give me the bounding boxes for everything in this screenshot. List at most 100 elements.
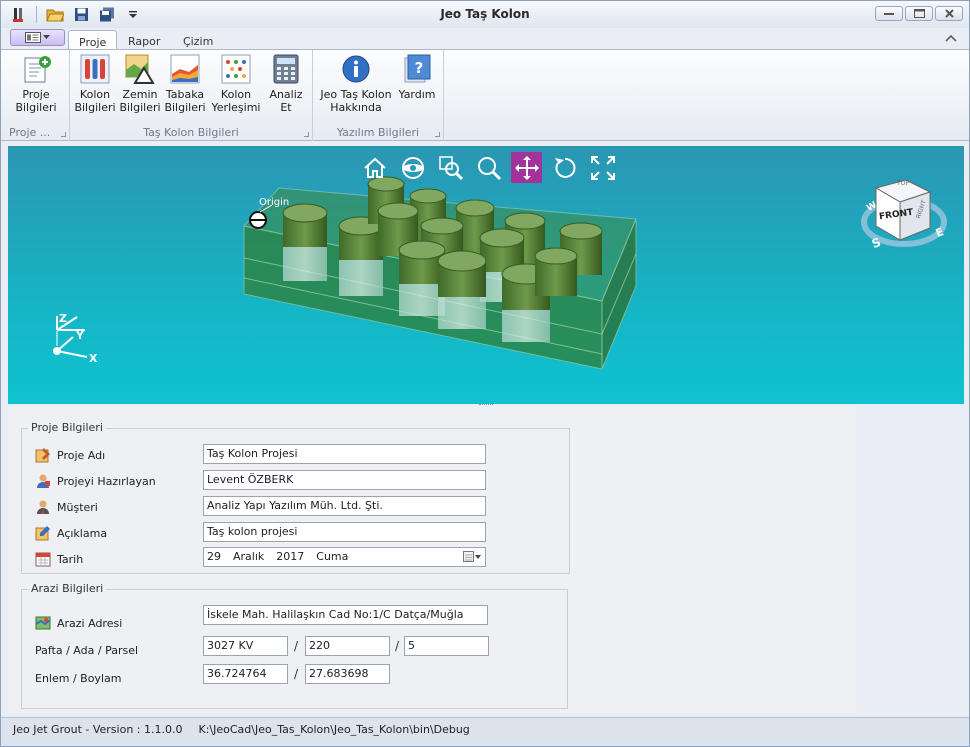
enlem-boylam-label: Enlem / Boylam bbox=[35, 671, 122, 685]
tabaka-bilgileri-label: Tabaka Bilgileri bbox=[164, 88, 206, 114]
user-icon bbox=[37, 474, 50, 488]
zemin-bilgileri-button[interactable]: Zemin Bilgileri bbox=[118, 54, 162, 114]
minimize-button[interactable] bbox=[875, 6, 903, 21]
aciklama-label-row: Açıklama bbox=[35, 525, 107, 541]
group-yazilim: Jeo Taş Kolon Hakkında ? Yardım Yazılım … bbox=[313, 50, 444, 141]
group-launcher-icon[interactable] bbox=[304, 132, 309, 137]
tarih-label-row: Tarih bbox=[35, 551, 83, 567]
viewport-nav-toolbar bbox=[359, 152, 618, 183]
info-panel: Proje Bilgileri Proje Adı Taş Kolon Proj… bbox=[8, 407, 856, 713]
pafta-label-row: Pafta / Ada / Parsel bbox=[35, 642, 138, 658]
kolon-yerlesimi-button[interactable]: Kolon Yerleşimi bbox=[211, 54, 261, 114]
pan-icon[interactable] bbox=[511, 152, 542, 183]
rotate-icon[interactable] bbox=[549, 152, 580, 183]
customer-icon bbox=[37, 500, 49, 514]
close-button[interactable] bbox=[935, 6, 963, 21]
hazirlayan-field[interactable]: Levent ÖZBERK bbox=[203, 470, 486, 490]
date-dropdown-icon[interactable] bbox=[463, 550, 481, 564]
orbit-icon[interactable] bbox=[397, 152, 428, 183]
proje-adi-label-row: Proje Adı bbox=[35, 447, 105, 463]
arazi-adresi-label-row: Arazi Adresi bbox=[35, 615, 122, 631]
hazirlayan-label: Projeyi Hazırlayan bbox=[57, 474, 156, 488]
date-month: Aralık bbox=[233, 550, 265, 563]
arazi-adresi-field[interactable]: İskele Mah. Halilaşkın Cad No:1/C Datça/… bbox=[203, 605, 488, 625]
scene-3d bbox=[53, 176, 947, 370]
group-proje: Proje Bilgileri Proje ... bbox=[1, 50, 70, 141]
hazirlayan-label-row: Projeyi Hazırlayan bbox=[35, 473, 156, 489]
group-label-proje: Proje ... bbox=[9, 126, 51, 139]
tab-rapor[interactable]: Rapor bbox=[118, 30, 170, 50]
zoom-icon[interactable] bbox=[473, 152, 504, 183]
home-icon[interactable] bbox=[359, 152, 390, 183]
proje-bilgileri-label: Proje Bilgileri bbox=[15, 88, 57, 114]
zoom-window-icon[interactable] bbox=[435, 152, 466, 183]
project-name-icon bbox=[35, 448, 50, 463]
tarih-label: Tarih bbox=[57, 552, 84, 566]
calculator-icon bbox=[273, 54, 299, 84]
info-icon bbox=[342, 55, 370, 83]
yardim-label: Yardım bbox=[398, 88, 436, 101]
proje-adi-label: Proje Adı bbox=[57, 448, 106, 462]
group-label-yazilim: Yazılım Bilgileri bbox=[336, 126, 420, 139]
ada-field[interactable]: 220 bbox=[305, 636, 390, 656]
pafta-field[interactable]: 3027 KV bbox=[203, 636, 288, 656]
date-day: 29 bbox=[207, 550, 221, 563]
project-info-group: Proje Bilgileri Proje Adı Taş Kolon Proj… bbox=[21, 421, 570, 574]
hakkinda-label: Jeo Taş Kolon Hakkında bbox=[320, 88, 392, 114]
svg-text:?: ? bbox=[415, 59, 424, 77]
tabaka-bilgileri-button[interactable]: Tabaka Bilgileri bbox=[163, 54, 207, 114]
help-icon: ? bbox=[404, 54, 431, 83]
land-info-group: Arazi Bilgileri Arazi Adresi İskele Mah.… bbox=[21, 582, 568, 709]
application-menu-button[interactable] bbox=[10, 29, 65, 46]
group-launcher-icon[interactable] bbox=[435, 132, 440, 137]
axis-z-label: Z bbox=[59, 312, 67, 325]
soil-icon bbox=[125, 54, 155, 84]
description-icon bbox=[35, 526, 50, 541]
status-version: Jeo Jet Grout - Version : 1.1.0.0 bbox=[13, 723, 183, 736]
zemin-bilgileri-label: Zemin Bilgileri bbox=[119, 88, 161, 114]
window-controls bbox=[875, 6, 963, 21]
aciklama-label: Açıklama bbox=[57, 526, 108, 540]
enlem-label-row: Enlem / Boylam bbox=[35, 670, 121, 686]
enlem-boylam-separator: / bbox=[294, 667, 299, 681]
analiz-et-label: Analiz Et bbox=[269, 88, 303, 114]
boylam-field[interactable]: 27.683698 bbox=[305, 664, 390, 684]
status-path: K:\JeoCad\Jeo_Tas_Kolon\Jeo_Tas_Kolon\bi… bbox=[198, 723, 470, 736]
group-launcher-icon[interactable] bbox=[61, 132, 66, 137]
group-tas-kolon: Kolon Bilgileri Zemin Bilgileri Tabaka B… bbox=[70, 50, 313, 141]
axis-y-label: Y bbox=[76, 329, 84, 342]
arazi-adresi-label: Arazi Adresi bbox=[57, 616, 123, 630]
pafta-ada-separator: / bbox=[294, 639, 299, 653]
proje-bilgileri-button[interactable]: Proje Bilgileri bbox=[9, 54, 63, 114]
yardim-button[interactable]: ? Yardım bbox=[397, 54, 437, 101]
ribbon: Proje Bilgileri Proje ... Kolon Bilgiler… bbox=[1, 49, 969, 141]
title-bar: Jeo Taş Kolon bbox=[1, 1, 969, 28]
ribbon-tab-row: Proje Rapor Çizim bbox=[1, 28, 969, 50]
date-year: 2017 bbox=[276, 550, 305, 563]
map-icon bbox=[35, 616, 51, 630]
enlem-field[interactable]: 36.724764 bbox=[203, 664, 288, 684]
hakkinda-button[interactable]: Jeo Taş Kolon Hakkında bbox=[317, 54, 395, 114]
maximize-button[interactable] bbox=[905, 6, 933, 21]
pafta-ada-parsel-label: Pafta / Ada / Parsel bbox=[35, 643, 139, 657]
date-weekday: Cuma bbox=[316, 550, 349, 563]
tarih-date-picker[interactable]: 29 Aralık 2017 Cuma bbox=[203, 547, 486, 567]
proje-adi-field[interactable]: Taş Kolon Projesi bbox=[203, 444, 486, 464]
fit-icon[interactable] bbox=[587, 152, 618, 183]
tab-cizim[interactable]: Çizim bbox=[173, 30, 223, 50]
layers-icon bbox=[170, 54, 200, 84]
app-window: Jeo Taş Kolon Proje Rapor Çizim Proje Bi… bbox=[0, 0, 970, 747]
kolon-bilgileri-label: Kolon Bilgileri bbox=[74, 88, 116, 114]
tab-proje[interactable]: Proje bbox=[68, 30, 118, 50]
parsel-field[interactable]: 5 bbox=[404, 636, 489, 656]
view-cube-top[interactable]: TOP bbox=[897, 180, 909, 187]
musteri-label: Müşteri bbox=[57, 500, 98, 514]
analiz-et-button[interactable]: Analiz Et bbox=[265, 54, 307, 114]
kolon-yerlesimi-label: Kolon Yerleşimi bbox=[211, 88, 261, 114]
musteri-field[interactable]: Analiz Yapı Yazılım Müh. Ltd. Şti. bbox=[203, 496, 486, 516]
3d-viewport[interactable]: Origin Z Y X FRONT TOP RIGHT S E W bbox=[8, 146, 964, 404]
aciklama-field[interactable]: Taş kolon projesi bbox=[203, 522, 486, 542]
kolon-bilgileri-button[interactable]: Kolon Bilgileri bbox=[72, 54, 118, 114]
collapse-ribbon-icon[interactable] bbox=[945, 31, 957, 45]
project-info-icon bbox=[24, 56, 51, 83]
